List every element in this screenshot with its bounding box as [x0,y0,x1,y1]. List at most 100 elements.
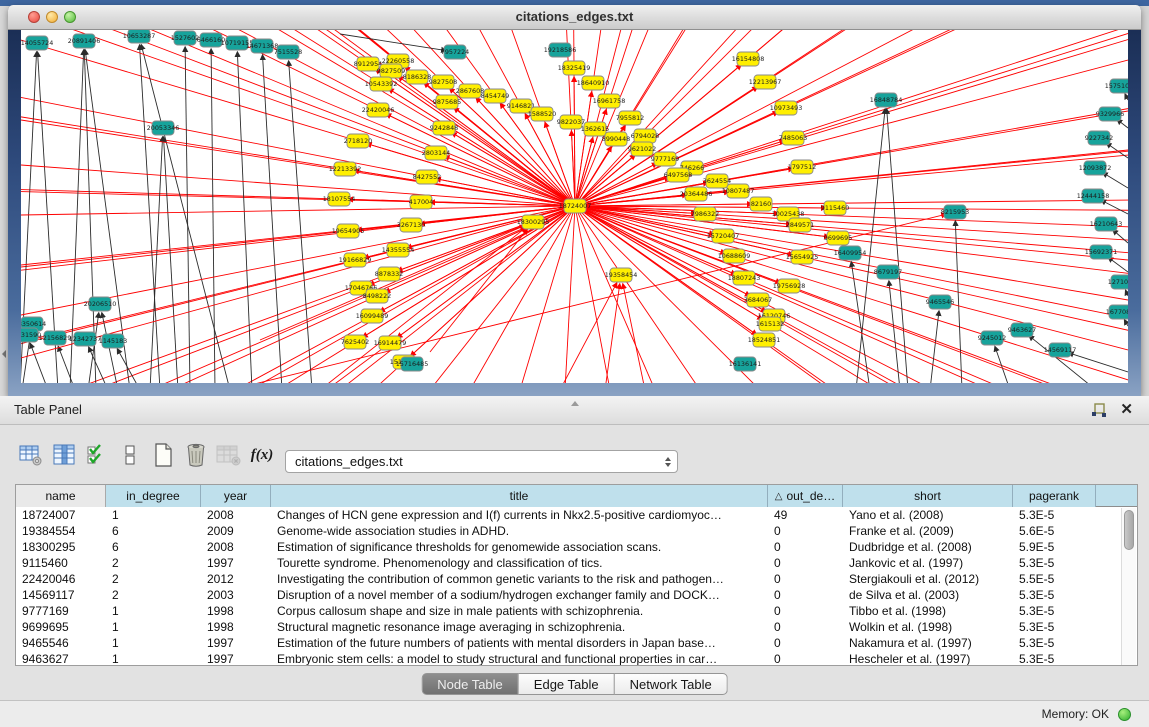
graph-node[interactable]: 8454749 [481,89,509,103]
graph-node[interactable]: 12213967 [749,75,782,89]
graph-node[interactable]: 1271034 [1108,275,1128,289]
graph-node[interactable]: 20891406 [68,34,101,48]
graph-node[interactable]: 9245012 [978,331,1006,345]
graph-node[interactable]: 12093872 [1079,161,1112,175]
network-canvas[interactable]: 1872400718300295224200469242848271812012… [21,30,1128,383]
graph-node[interactable]: 2803144 [422,146,450,160]
tab-edge-table[interactable]: Edge Table [519,673,615,695]
graph-node[interactable]: 16136141 [729,357,762,371]
graph-node[interactable]: 7625402 [341,335,369,349]
column-header-name[interactable]: name [16,485,106,507]
graph-node[interactable]: 9621022 [628,142,656,156]
graph-node[interactable]: 9242848 [430,121,458,135]
graph-node[interactable]: 8679197 [874,265,902,279]
graph-node[interactable]: 10543392 [365,77,398,91]
graph-node[interactable]: 20206510 [84,297,117,311]
table-row[interactable]: 1872400712008Changes of HCN gene express… [16,507,1137,523]
window-titlebar[interactable]: citations_edges.txt [8,5,1141,30]
table-row[interactable]: 1456911722003Disruption of a novel membe… [16,587,1137,603]
graph-node[interactable]: 15751074 [1105,79,1128,93]
column-header-pagerank[interactable]: pagerank [1013,485,1096,507]
graph-node[interactable]: 1527602 [171,31,199,45]
graph-node[interactable]: 3684067 [744,293,772,307]
panel-resize-handle[interactable] [571,401,579,406]
graph-node[interactable]: 1588520 [528,107,556,121]
graph-node[interactable]: 9827508 [429,75,457,89]
function-builder-button[interactable]: f(x) [247,440,277,470]
graph-node[interactable]: 6497568 [664,168,692,182]
graph-node[interactable]: 12213392 [329,162,362,176]
graph-node[interactable]: 14355554 [382,243,415,257]
graph-node[interactable]: 417004 [409,195,433,209]
graph-node[interactable]: 8215953 [941,205,969,219]
table-selector-dropdown[interactable]: citations_edges.txt [285,450,678,473]
graph-node[interactable]: 19358454 [605,268,638,282]
select-all-button[interactable] [82,440,112,470]
graph-node[interactable]: 7485063 [779,131,807,145]
graph-node[interactable]: 2849571 [786,218,814,232]
graph-node[interactable]: 9463627 [1008,323,1036,337]
table-settings-button[interactable] [16,440,46,470]
table-row[interactable]: 969969511998Structural magnetic resonanc… [16,619,1137,635]
graph-node[interactable]: 1615132 [756,317,784,331]
scrollbar-thumb[interactable] [1124,510,1134,550]
graph-node[interactable]: 2718120 [344,134,372,148]
graph-node[interactable]: 9777169 [651,152,679,166]
graph-node[interactable]: 9875685 [433,95,461,109]
graph-node[interactable]: 8878332 [375,267,403,281]
graph-node[interactable]: 19166829 [339,253,372,267]
graph-node[interactable]: 18325419 [558,61,591,75]
graph-node[interactable]: 1797512 [788,160,816,174]
minimize-button[interactable] [46,11,58,23]
show-columns-button[interactable] [49,440,79,470]
table-row[interactable]: 1830029562008Estimation of significance … [16,539,1137,555]
graph-node[interactable]: 1677081 [1106,305,1128,319]
panel-collapse-arrow-icon[interactable] [2,350,6,358]
graph-node[interactable]: 7986322 [691,207,719,221]
graph-node[interactable]: 22420046 [362,103,395,117]
graph-node[interactable]: 7955812 [616,111,644,125]
float-window-icon[interactable] [1091,403,1107,418]
table-panel-header[interactable]: Table Panel ✕ [0,396,1149,425]
graph-node[interactable]: 16210643 [1090,217,1123,231]
graph-node[interactable]: 15692371 [1085,245,1118,259]
graph-node[interactable]: 82160 [750,197,772,211]
graph-node[interactable]: 9699695 [824,231,852,245]
close-panel-icon[interactable]: ✕ [1120,400,1133,418]
table-row[interactable]: 977716911998Corpus callosum shape and si… [16,603,1137,619]
column-header-out_degree[interactable]: △out_de… [768,485,843,507]
graph-node[interactable]: 9465546 [926,295,954,309]
column-header-in_degree[interactable]: in_degree [106,485,201,507]
graph-node[interactable]: 8498222 [363,289,391,303]
graph-node[interactable]: 9227342 [1085,131,1113,145]
delete-table-button[interactable] [214,440,244,470]
graph-node[interactable]: 8990448 [602,132,630,146]
zoom-button[interactable] [64,11,76,23]
table-vertical-scrollbar[interactable] [1121,508,1136,666]
graph-node[interactable]: 7515528 [274,45,302,59]
column-header-year[interactable]: year [201,485,271,507]
table-row[interactable]: 946362711997Embryonic stem cells: a mode… [16,651,1137,666]
close-button[interactable] [28,11,40,23]
graph-node[interactable]: 19654905 [332,224,365,238]
graph-node[interactable]: 16154808 [732,52,765,66]
graph-node[interactable]: 7957224 [441,45,469,59]
graph-node[interactable]: 16848784 [870,93,903,107]
graph-node[interactable]: 18640910 [577,76,610,90]
graph-node[interactable]: 20364486 [680,187,713,201]
graph-node[interactable]: 18107554 [323,192,356,206]
graph-node[interactable]: 18524851 [748,333,781,347]
graph-node[interactable]: 9827509 [377,64,405,78]
graph-node[interactable]: 8186328 [403,70,431,84]
graph-node[interactable]: 9115460 [821,201,849,215]
table-row[interactable]: 2242004622012Investigating the contribut… [16,571,1137,587]
graph-node[interactable]: 10653287 [123,30,156,43]
graph-node[interactable]: 12156829 [39,331,72,345]
graph-node[interactable]: 16409954 [834,246,867,260]
column-header-title[interactable]: title [271,485,768,507]
graph-node[interactable]: 1145183 [99,334,127,348]
column-header-short[interactable]: short [843,485,1013,507]
tab-network-table[interactable]: Network Table [615,673,728,695]
graph-node[interactable]: 15720407 [707,229,740,243]
graph-node[interactable]: 19218586 [544,43,577,57]
